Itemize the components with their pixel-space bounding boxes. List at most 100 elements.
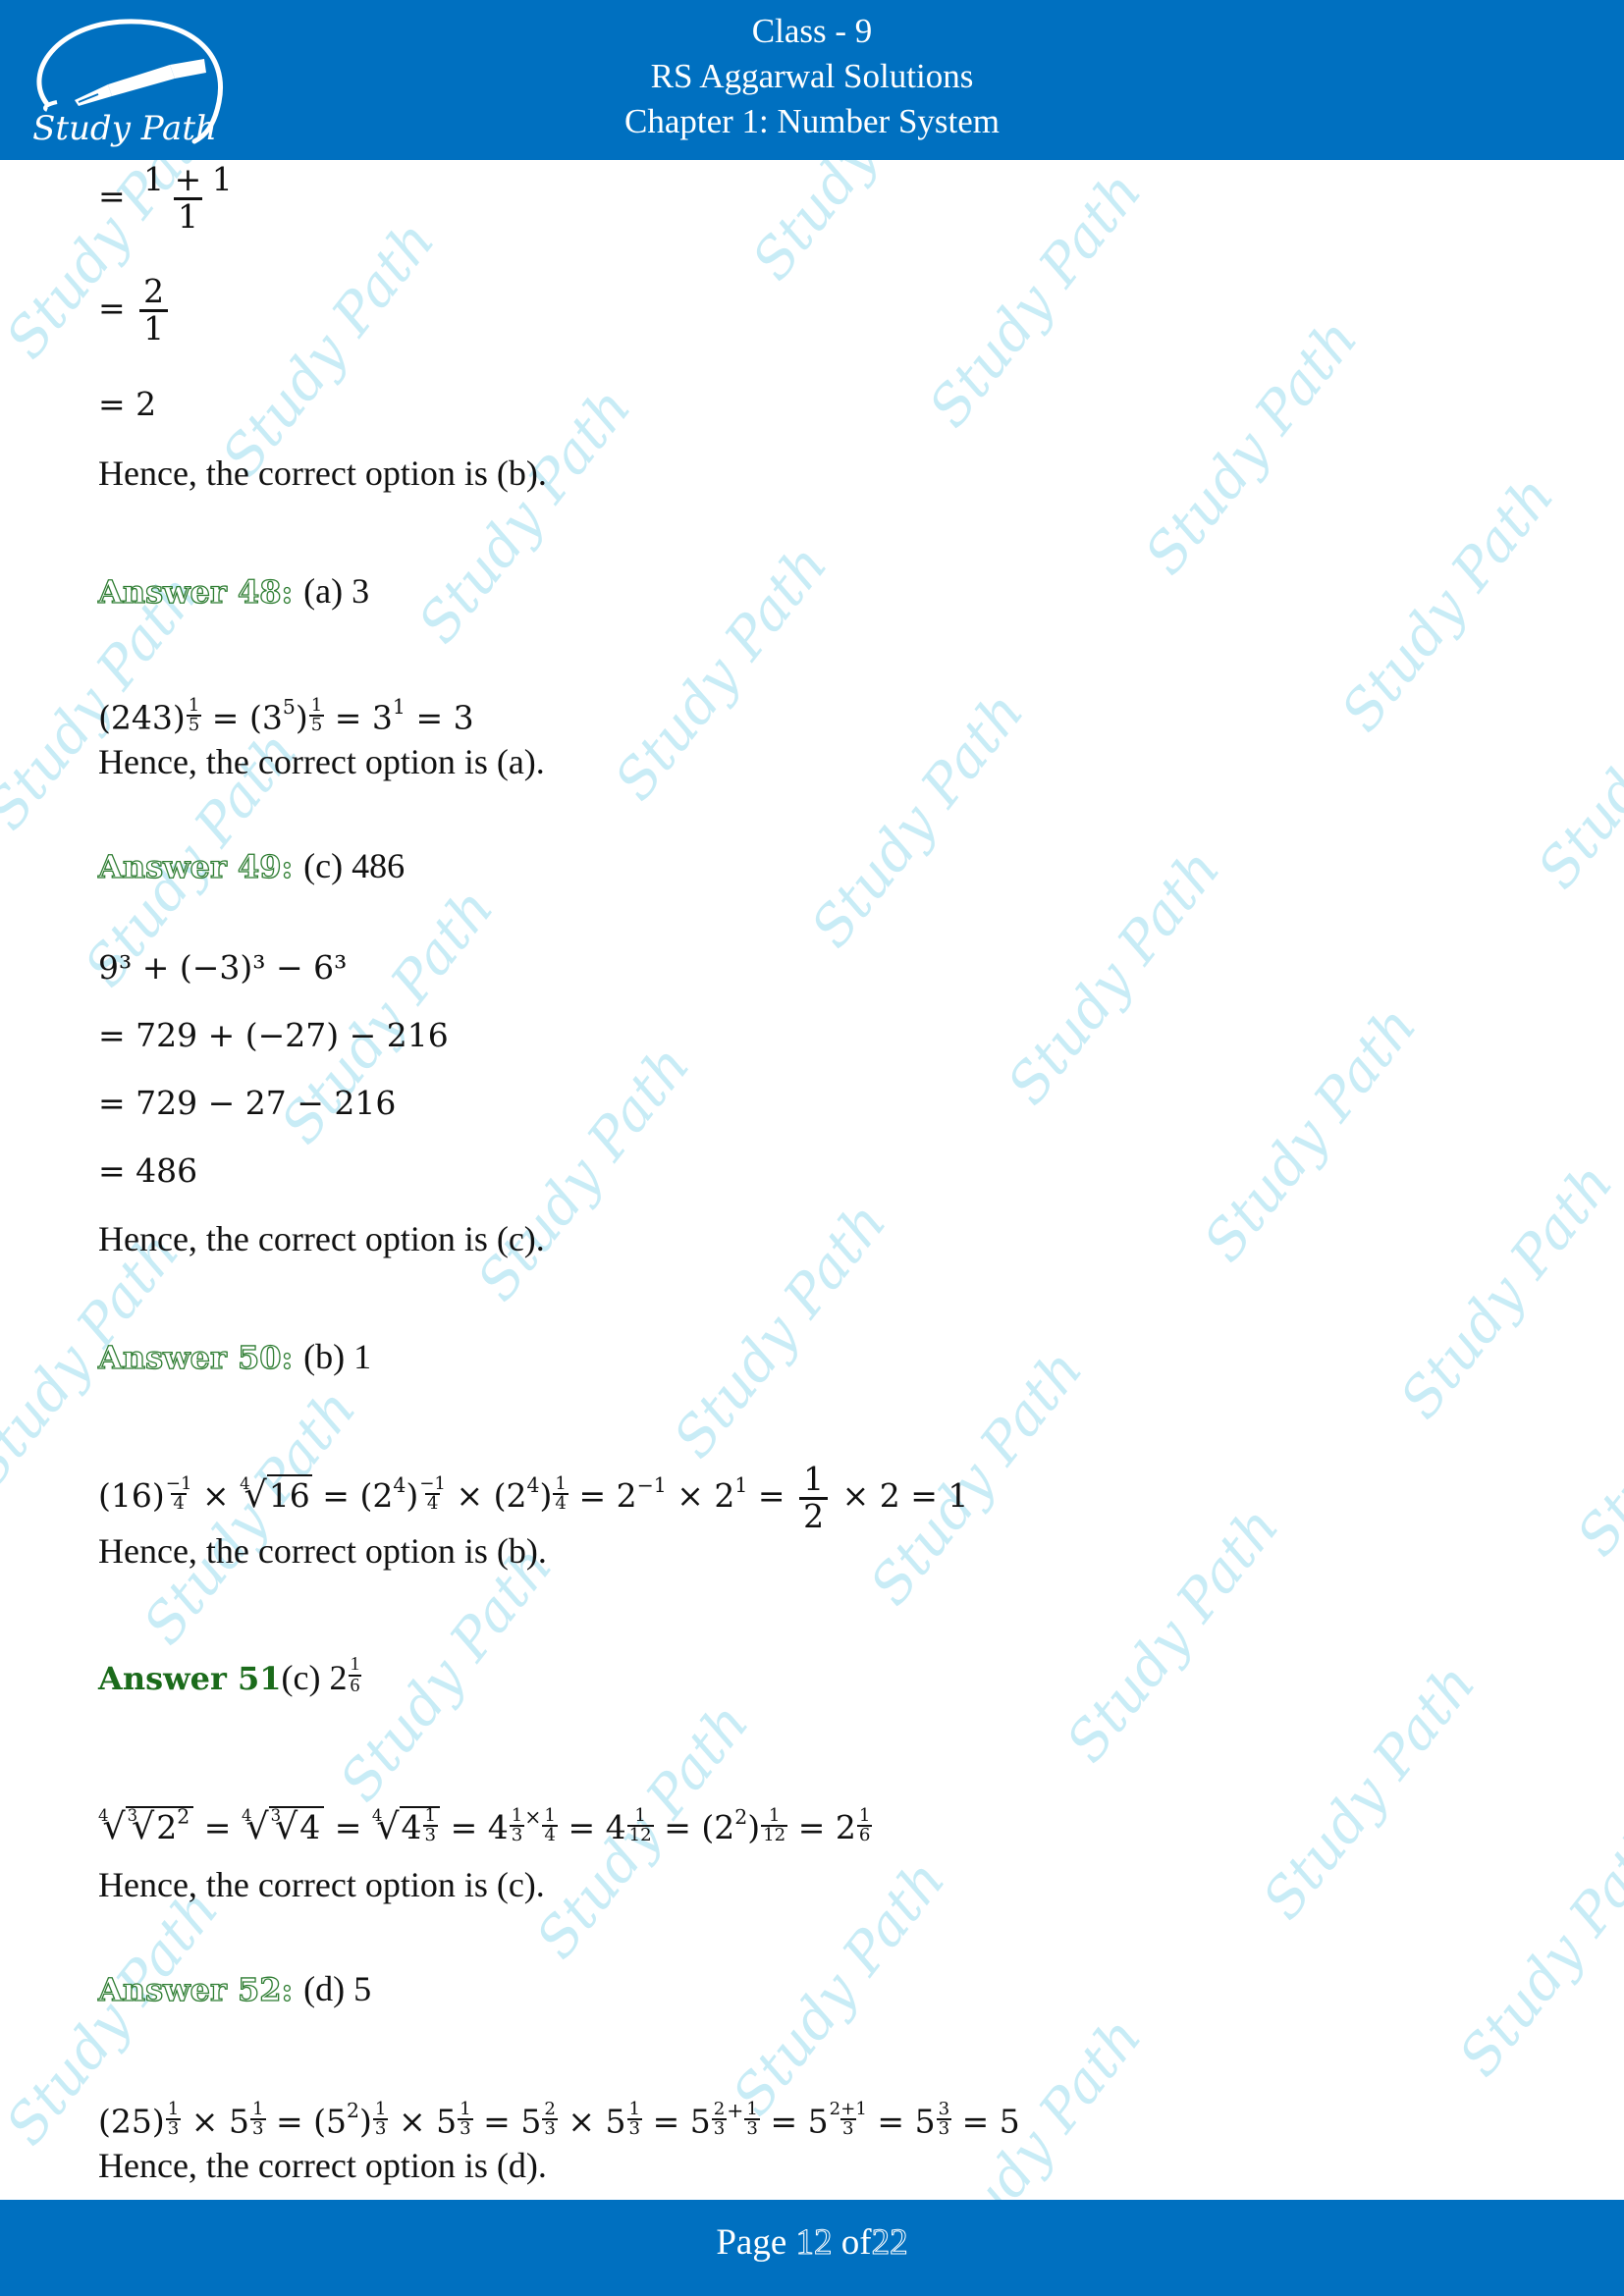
times-sign: × — [398, 2102, 426, 2141]
equals-sign: = — [877, 2102, 905, 2141]
math-term: 2 — [879, 1476, 900, 1516]
times-sign: × — [841, 1476, 870, 1516]
exponent-fraction: 13 — [626, 2101, 643, 2138]
math-term: 1 — [947, 1476, 969, 1516]
equals-sign: = — [98, 289, 126, 328]
watermark: Study Path — [661, 1191, 899, 1470]
exponent-fraction: 14 — [553, 1473, 568, 1515]
exponent-fraction: 15 — [186, 695, 202, 734]
math-term: 5 — [326, 2102, 348, 2141]
times-sign: × — [456, 1476, 484, 1516]
numerator: 1 — [746, 2099, 758, 2120]
math-term: 3 — [453, 698, 474, 737]
numerator: 2 — [544, 2099, 556, 2120]
denominator: 3 — [744, 2118, 760, 2140]
numerator: 1 — [555, 1473, 567, 1494]
numerator: 1 — [434, 1473, 446, 1494]
numerator: 1 — [188, 695, 200, 717]
math-term: ( — [313, 2102, 327, 2141]
denominator: 4 — [553, 1493, 568, 1515]
math-term: 5 — [999, 2102, 1020, 2141]
exponent: 1 — [392, 695, 406, 719]
answer-label: Answer 51 — [98, 1659, 282, 1697]
conclusion-text: Hence, the correct option is (c). — [98, 1865, 545, 1904]
answer-label: Answer 49: — [97, 847, 294, 885]
math-term: ) — [406, 1476, 419, 1516]
equals-sign: = — [334, 1808, 362, 1847]
exponent-fraction: 13 — [458, 2101, 473, 2138]
numerator: 1 + 1 — [143, 160, 233, 198]
equals-sign: = — [203, 1808, 232, 1847]
math-term: ( — [493, 1476, 507, 1516]
denominator: 3 — [422, 1825, 439, 1846]
watermark: Study Path — [602, 533, 840, 813]
watermark: Study Path — [740, 160, 978, 292]
math-term: ( — [359, 1476, 373, 1516]
math-term: 4 — [605, 1808, 626, 1847]
exponent-fraction: 16 — [856, 1806, 873, 1844]
watermark: Study Path — [1250, 1652, 1489, 1932]
denominator: 3 — [372, 2118, 389, 2140]
answer-value: (c) 216 — [282, 1654, 362, 1697]
equals-sign: = — [276, 2102, 303, 2141]
denominator: 1 — [139, 308, 169, 347]
exponent: 2 — [734, 1804, 748, 1829]
denominator: 6 — [348, 1674, 362, 1696]
continuation-step-3: = 2 — [98, 385, 157, 423]
denominator: 4 — [542, 1825, 558, 1846]
exponent-fraction: 23 — [542, 2101, 558, 2138]
answer-label: Answer 52: — [97, 1970, 294, 2008]
equals-sign: = — [334, 698, 362, 737]
conclusion-text: Hence, the correct option is (b). — [98, 454, 547, 493]
numerator: 1 — [634, 1805, 646, 1826]
radical-sign: √ — [132, 1805, 155, 1848]
answer-48-work: (243) 1 5 = (35) 1 5 = 31 = 3 — [98, 687, 474, 737]
math-term: 2 — [714, 1476, 735, 1516]
fountain-pen-icon — [75, 59, 206, 106]
conclusion-text: Hence, the correct option is (a). — [98, 742, 545, 781]
answer-49-step: = 486 — [98, 1151, 198, 1190]
equals-sign: = — [652, 2102, 680, 2141]
exponent-fraction: 13 — [509, 1806, 525, 1846]
numerator: 1 — [803, 1460, 825, 1498]
fraction: 12 — [799, 1460, 829, 1533]
answer-52-heading: Answer 52: (d) 5 — [97, 1969, 371, 2009]
continuation-step-2: = 2 1 — [98, 274, 172, 347]
total-pages: 22 — [871, 2222, 908, 2264]
math-term: 4 — [401, 1808, 422, 1847]
exponent-fraction: −1 4 — [419, 1473, 446, 1513]
denominator: 3 — [509, 1825, 525, 1846]
denominator: 3 — [458, 2118, 473, 2140]
radical-sign: √ — [245, 1805, 269, 1848]
equals-sign: = — [98, 177, 126, 216]
watermark: Study Path — [1446, 1809, 1624, 2089]
exponent-fraction: 2+1 3 — [830, 2101, 867, 2138]
equals-sign: = — [211, 698, 240, 737]
radical-sign: √ — [102, 1805, 126, 1848]
answer-52-work: (25) 1 3 × 513 = (52) 1 3 × 513 = 523 × 513 … — [98, 2091, 1020, 2141]
fourth-root: 4√ 3√4 — [242, 1796, 325, 1848]
watermark: Study Path — [1387, 1151, 1624, 1431]
math-term: 5 — [689, 2102, 711, 2141]
exponent: 2 — [177, 1804, 190, 1829]
radicand: 16 — [266, 1474, 312, 1516]
exponent-fraction: 1 12 — [626, 1805, 654, 1846]
answer-49-step: = 729 − 27 − 216 — [98, 1084, 397, 1122]
denominator: 12 — [626, 1825, 654, 1846]
numerator: 1 — [310, 695, 323, 717]
answer-value: (b) 1 — [303, 1337, 372, 1376]
watermark: Study Path — [406, 376, 644, 656]
exponent: 5 — [282, 695, 296, 719]
conclusion-text: Hence, the correct option is (c). — [98, 1219, 545, 1258]
math-term: ( — [701, 1808, 715, 1847]
math-term: 2 — [156, 1808, 178, 1847]
exponent: 1 — [653, 1472, 667, 1497]
numerator: 1 — [374, 2099, 387, 2120]
watermark: Study Path — [916, 160, 1155, 440]
answer-label: Answer 48: — [97, 572, 294, 611]
watermark: Study Path — [720, 1848, 958, 2128]
math-term: ) — [295, 698, 308, 737]
math-term: 2 — [372, 1476, 394, 1516]
exponent-fraction: 13 — [372, 2099, 389, 2140]
equals-sign: = — [797, 1808, 826, 1847]
